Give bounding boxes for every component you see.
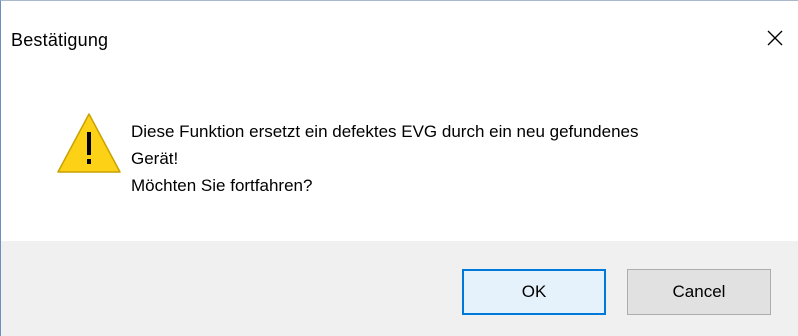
close-icon bbox=[767, 30, 783, 46]
dialog-footer: OK Cancel bbox=[1, 241, 798, 336]
dialog-message: Diese Funktion ersetzt ein defektes EVG … bbox=[131, 118, 771, 199]
ok-button[interactable]: OK bbox=[462, 269, 606, 315]
confirmation-dialog: Bestätigung Diese Funktion ersetzt ein d… bbox=[0, 0, 798, 336]
dialog-content: Diese Funktion ersetzt ein defektes EVG … bbox=[1, 79, 798, 241]
message-line: Gerät! bbox=[131, 149, 179, 168]
message-line: Möchten Sie fortfahren? bbox=[131, 176, 313, 195]
dialog-title: Bestätigung bbox=[11, 30, 109, 50]
cancel-button[interactable]: Cancel bbox=[627, 269, 771, 315]
close-button[interactable] bbox=[752, 21, 798, 55]
warning-icon bbox=[57, 113, 121, 173]
message-line: Diese Funktion ersetzt ein defektes EVG … bbox=[131, 122, 639, 141]
title-bar: Bestätigung bbox=[1, 1, 798, 79]
